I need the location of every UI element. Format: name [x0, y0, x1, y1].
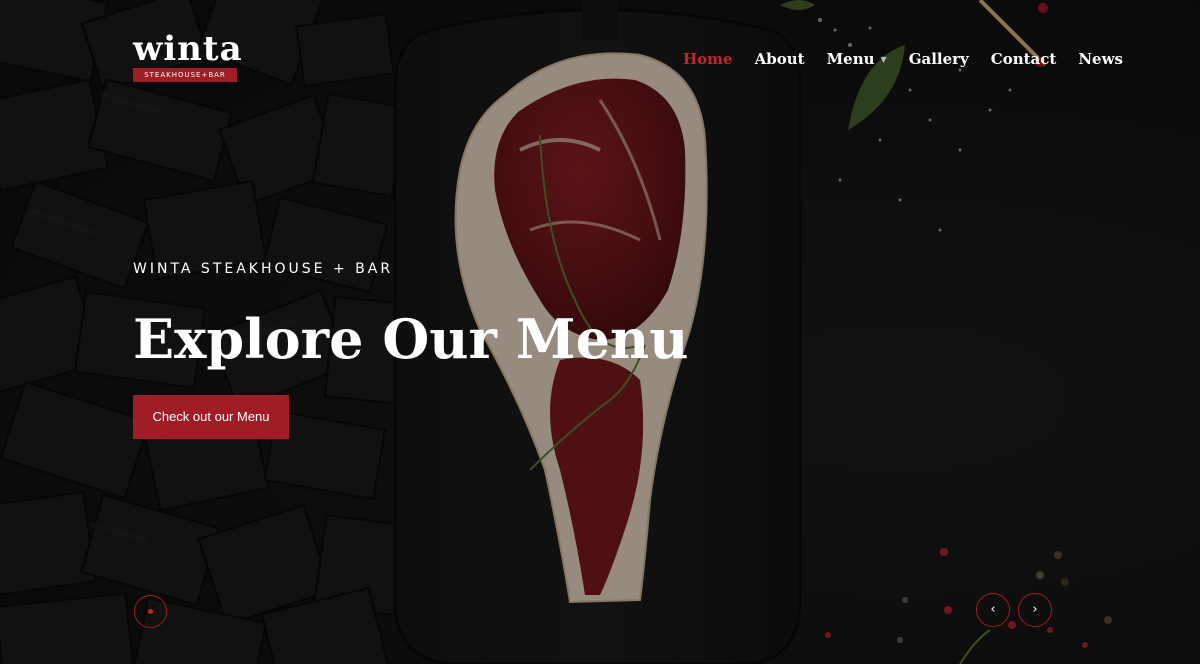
nav-item-contact[interactable]: Contact — [991, 49, 1057, 69]
logo-tagline: STEAKHOUSE+BAR — [133, 68, 237, 82]
nav-item-home[interactable]: Home — [683, 49, 733, 69]
hero-eyebrow: WINTA STEAKHOUSE + BAR — [133, 261, 394, 277]
nav-item-label: News — [1078, 50, 1123, 68]
hero-headline: Explore Our Menu — [133, 307, 689, 371]
nav-item-menu[interactable]: Menu ▼ — [827, 49, 887, 69]
nav-item-label: Contact — [990, 50, 1057, 68]
chevron-right-icon: › — [1032, 602, 1038, 617]
menu-cta-button[interactable]: Check out our Menu — [133, 395, 289, 439]
nav-item-label: About — [754, 50, 805, 68]
nav-item-about[interactable]: About — [755, 49, 805, 69]
chevron-down-icon: ▼ — [880, 54, 887, 64]
nav-item-label: Home — [683, 50, 733, 68]
chevron-left-icon: ‹ — [990, 602, 996, 617]
nav-item-label: Menu — [826, 50, 875, 68]
brand-logo[interactable]: winta STEAKHOUSE+BAR — [133, 29, 243, 82]
nav-item-label: Gallery — [908, 50, 969, 68]
logo-wordmark: winta — [133, 29, 243, 69]
nav-item-gallery[interactable]: Gallery — [909, 49, 969, 69]
slide-indicator[interactable] — [134, 595, 167, 628]
hero-slider: winta STEAKHOUSE+BAR Home About Menu ▼ G… — [0, 0, 1200, 664]
nav-item-news[interactable]: News — [1078, 49, 1123, 69]
slider-next-button[interactable]: › — [1018, 593, 1052, 627]
main-nav: Home About Menu ▼ Gallery Contact News — [683, 49, 1123, 69]
dot-indicator-icon — [148, 609, 153, 614]
slider-prev-button[interactable]: ‹ — [976, 593, 1010, 627]
